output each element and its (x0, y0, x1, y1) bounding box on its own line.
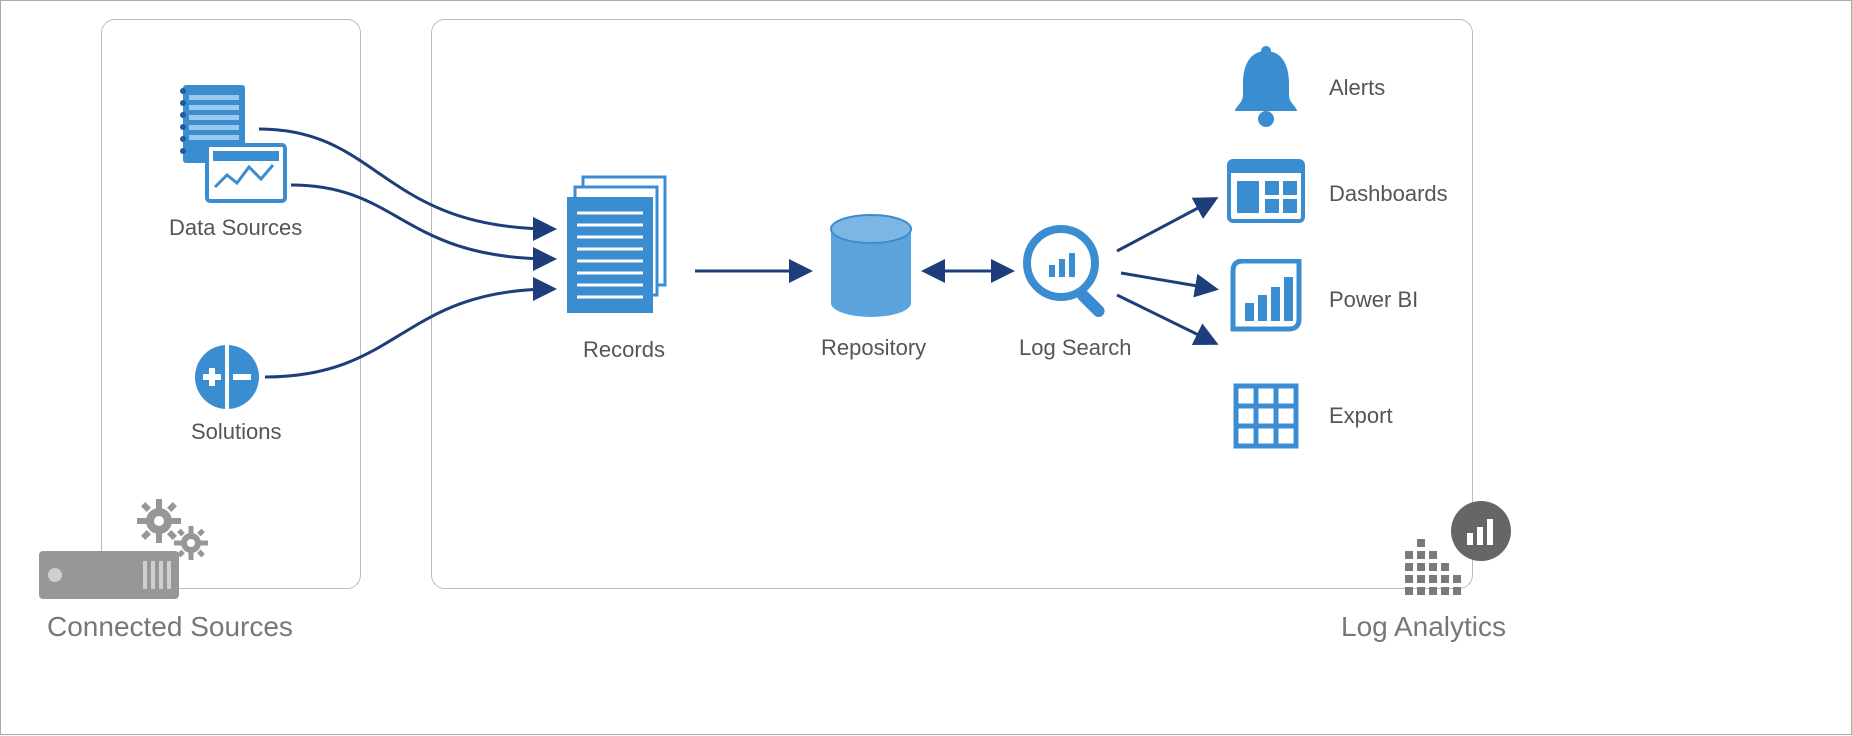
repository-icon (821, 211, 921, 331)
alerts-label: Alerts (1329, 75, 1385, 101)
solutions-node: Solutions (191, 341, 282, 445)
bell-icon (1227, 45, 1305, 133)
solutions-icon (191, 341, 263, 413)
repository-node: Repository (821, 211, 926, 361)
log-analytics-icon-node (1401, 495, 1521, 605)
server-gears-node (39, 491, 219, 611)
export-icon (1233, 383, 1299, 449)
records-node: Records (559, 173, 689, 363)
dashboards-icon (1227, 159, 1305, 225)
log-search-label: Log Search (1019, 335, 1132, 361)
dashboards-label: Dashboards (1329, 181, 1448, 207)
log-search-icon (1019, 221, 1119, 331)
server-gears-icon (39, 491, 219, 611)
records-icon (559, 173, 689, 333)
solutions-label: Solutions (191, 419, 282, 445)
data-sources-label: Data Sources (169, 215, 302, 241)
data-sources-node: Data Sources (169, 79, 302, 241)
alerts-node (1227, 45, 1305, 133)
power-bi-icon (1227, 259, 1305, 335)
data-sources-icon (169, 79, 289, 209)
log-search-node: Log Search (1019, 221, 1132, 361)
power-bi-label: Power BI (1329, 287, 1418, 313)
export-node (1233, 383, 1299, 449)
log-analytics-icon (1401, 495, 1521, 605)
log-analytics-label: Log Analytics (1341, 611, 1506, 643)
power-bi-node (1227, 259, 1305, 335)
repository-label: Repository (821, 335, 926, 361)
records-label: Records (559, 337, 689, 363)
dashboards-node (1227, 159, 1305, 225)
connected-sources-label: Connected Sources (47, 611, 293, 643)
export-label: Export (1329, 403, 1393, 429)
